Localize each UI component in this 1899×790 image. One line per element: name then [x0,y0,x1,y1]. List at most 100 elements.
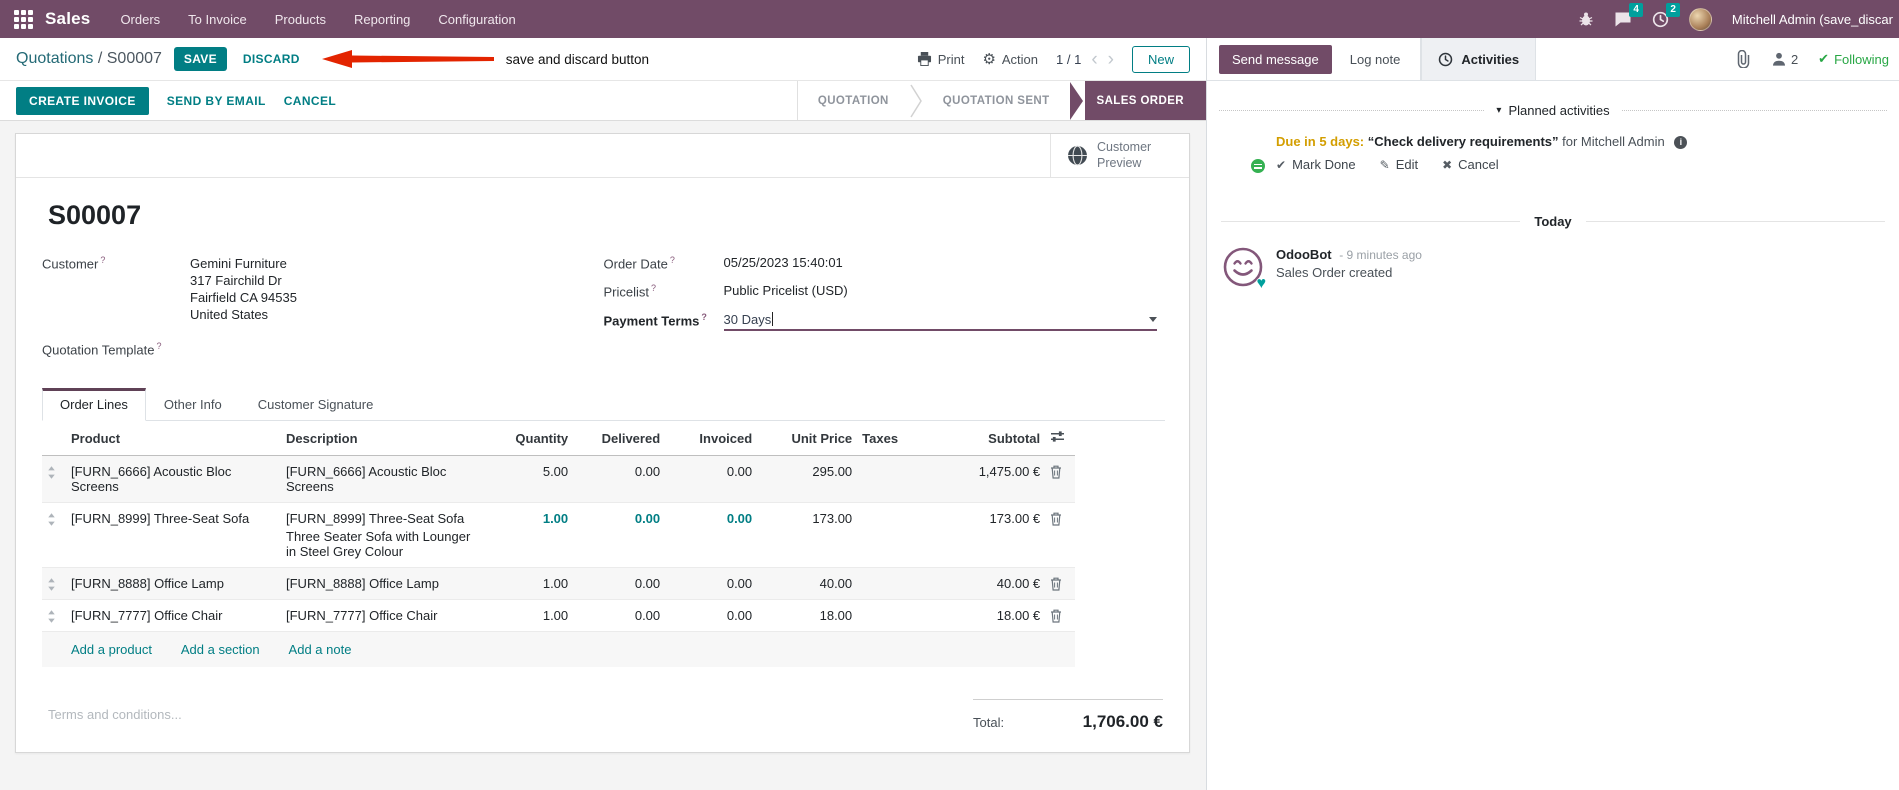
cell-taxes[interactable] [857,502,926,568]
attachment-button[interactable] [1735,50,1752,68]
pager-value[interactable]: 1 / 1 [1056,52,1081,67]
order-date-field[interactable]: 05/25/2023 15:40:01 [724,255,843,270]
cell-description[interactable]: [FURN_8888] Office Lamp [281,567,486,600]
delete-line-button[interactable] [1045,455,1076,503]
tab-customer-signature[interactable]: Customer Signature [240,388,392,421]
add-a-product-link[interactable]: Add a product [71,642,152,657]
followers-button[interactable]: 2 [1772,52,1798,67]
delete-line-button[interactable] [1045,502,1076,568]
stage-quotation[interactable]: QUOTATION [798,81,909,120]
cell-invoiced[interactable]: 0.00 [665,455,758,503]
user-name[interactable]: Mitchell Admin (save_discar [1732,12,1893,27]
pager-previous-icon[interactable]: ‹ [1091,50,1097,69]
activities-clock-icon[interactable]: 2 [1652,2,1680,28]
debug-bug-icon[interactable] [1578,11,1594,27]
cell-quantity[interactable]: 5.00 [485,455,574,503]
mark-done-button[interactable]: ✔ Mark Done [1276,157,1356,172]
add-a-note-link[interactable]: Add a note [289,642,352,657]
add-a-section-link[interactable]: Add a section [181,642,260,657]
menu-products[interactable]: Products [275,12,326,27]
menu-to-invoice[interactable]: To Invoice [188,12,247,27]
cell-invoiced[interactable]: 0.00 [665,567,758,600]
send-message-button[interactable]: Send message [1219,44,1332,74]
drag-handle-icon[interactable] [42,502,66,568]
column-delivered[interactable]: Delivered [573,421,666,457]
info-icon[interactable]: i [1674,136,1688,150]
optional-columns-button[interactable] [1045,421,1076,457]
delete-line-button[interactable] [1045,567,1076,600]
column-unit-price[interactable]: Unit Price [757,421,858,457]
cell-invoiced[interactable]: 0.00 [665,599,758,632]
planned-activities-header[interactable]: ▾ Planned activities [1219,103,1888,118]
cell-taxes[interactable] [857,455,926,503]
cell-unit-price[interactable]: 18.00 [757,599,858,632]
message-author[interactable]: OdooBot [1276,247,1332,262]
cell-taxes[interactable] [857,567,926,600]
discard-button[interactable]: DISCARD [243,52,300,66]
cell-description[interactable]: [FURN_7777] Office Chair [281,599,486,632]
column-description[interactable]: Description [281,421,486,457]
action-button[interactable]: ⚙ Action [982,52,1038,67]
cell-quantity[interactable]: 1.00 [485,502,574,568]
breadcrumb-quotations[interactable]: Quotations [16,50,93,67]
payment-terms-field[interactable]: 30 Days [723,312,1157,331]
cell-unit-price[interactable]: 40.00 [757,567,858,600]
column-taxes[interactable]: Taxes [857,421,926,457]
cell-product[interactable]: [FURN_6666] Acoustic Bloc Screens [66,455,281,503]
cell-description[interactable]: [FURN_8999] Three-Seat Sofa Three Seater… [281,502,486,568]
log-note-button[interactable]: Log note [1350,52,1401,67]
cell-product[interactable]: [FURN_8999] Three-Seat Sofa [66,502,281,568]
menu-configuration[interactable]: Configuration [438,12,515,27]
drag-handle-icon[interactable] [42,455,66,503]
cell-product[interactable]: [FURN_7777] Office Chair [66,599,281,632]
cell-quantity[interactable]: 1.00 [485,599,574,632]
tab-other-info[interactable]: Other Info [146,388,240,421]
save-button[interactable]: SAVE [173,47,227,71]
trash-icon [1051,465,1062,479]
cell-delivered[interactable]: 0.00 [573,502,666,568]
cell-taxes[interactable] [857,599,926,632]
cancel-activity-button[interactable]: ✖ Cancel [1442,157,1499,172]
edit-activity-button[interactable]: ✎ Edit [1380,157,1418,172]
dropdown-caret-icon[interactable] [1149,316,1157,322]
messages-icon[interactable]: 4 [1614,3,1643,27]
activities-tab[interactable]: Activities [1421,38,1537,80]
create-invoice-button[interactable]: CREATE INVOICE [16,86,149,115]
order-line-row: [FURN_7777] Office Chair [FURN_7777] Off… [42,599,1076,632]
drag-handle-icon[interactable] [42,599,66,632]
menu-reporting[interactable]: Reporting [354,12,410,27]
stage-quotation-sent[interactable]: QUOTATION SENT [923,81,1070,120]
drag-handle-icon[interactable] [42,567,66,600]
cell-delivered[interactable]: 0.00 [573,599,666,632]
cell-invoiced[interactable]: 0.00 [665,502,758,568]
pager-next-icon[interactable]: › [1108,50,1114,69]
tab-order-lines[interactable]: Order Lines [42,388,146,422]
cell-unit-price[interactable]: 173.00 [757,502,858,568]
column-quantity[interactable]: Quantity [485,421,574,457]
customer-preview-button[interactable]: Customer Preview [1050,134,1189,177]
print-button[interactable]: Print [917,52,964,67]
new-button[interactable]: New [1131,45,1190,73]
column-subtotal[interactable]: Subtotal [925,421,1046,457]
app-name[interactable]: Sales [45,9,90,29]
cell-delivered[interactable]: 0.00 [573,455,666,503]
delete-line-button[interactable] [1045,599,1076,632]
user-avatar[interactable] [1688,7,1712,31]
terms-and-conditions-field[interactable]: Terms and conditions... [42,693,182,732]
pricelist-field[interactable]: Public Pricelist (USD) [724,283,848,298]
column-product[interactable]: Product [66,421,281,457]
menu-orders[interactable]: Orders [120,12,160,27]
cell-product[interactable]: [FURN_8888] Office Lamp [66,567,281,600]
cell-delivered[interactable]: 0.00 [573,567,666,600]
customer-name-link[interactable]: Gemini Furniture [190,255,297,272]
cell-unit-price[interactable]: 295.00 [757,455,858,503]
apps-grid-icon[interactable] [14,9,33,29]
pager: 1 / 1 ‹ › [1056,50,1114,69]
stage-sales-order[interactable]: SALES ORDER [1084,81,1206,120]
cell-description[interactable]: [FURN_6666] Acoustic Bloc Screens [281,455,486,503]
column-invoiced[interactable]: Invoiced [665,421,758,457]
send-by-email-button[interactable]: SEND BY EMAIL [167,94,266,108]
cell-quantity[interactable]: 1.00 [485,567,574,600]
following-button[interactable]: ✔ Following [1818,51,1889,67]
cancel-button[interactable]: CANCEL [284,94,336,108]
